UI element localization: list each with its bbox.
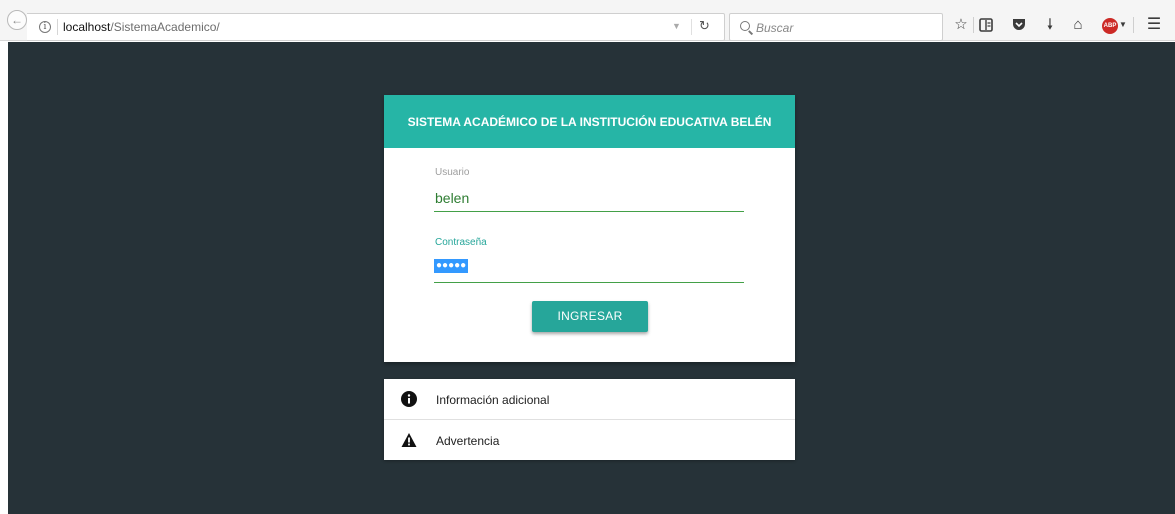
username-label: Usuario (435, 167, 470, 178)
back-arrow-icon: ← (11, 13, 23, 27)
password-input[interactable]: ●●●●● (434, 259, 469, 273)
url-separator (57, 19, 58, 35)
search-input[interactable] (756, 20, 936, 36)
login-card-header: SISTEMA ACADÉMICO DE LA INSTITUCIÓN EDUC… (384, 95, 795, 148)
login-card: SISTEMA ACADÉMICO DE LA INSTITUCIÓN EDUC… (384, 95, 795, 362)
site-info-icon[interactable]: i (39, 21, 51, 33)
browser-toolbar: ← i localhost/SistemaAcademico/ ▼ ↻ ☆ (0, 0, 1175, 41)
list-item-info[interactable]: Información adicional (384, 379, 795, 419)
chevron-down-icon[interactable]: ▼ (1119, 14, 1127, 36)
reload-icon[interactable]: ↻ (699, 18, 710, 34)
password-label: Contraseña (435, 237, 487, 248)
info-circle-icon (401, 391, 417, 407)
back-button[interactable]: ← (7, 10, 27, 30)
menu-icon[interactable]: ☰ (1145, 14, 1163, 36)
url-separator (691, 19, 692, 35)
reading-list-icon[interactable] (977, 14, 995, 36)
search-icon (740, 21, 750, 31)
url-host: localhost (63, 20, 111, 34)
username-input[interactable] (434, 184, 744, 212)
url-bar[interactable]: i localhost/SistemaAcademico/ ▼ ↻ (27, 13, 725, 41)
login-button[interactable]: INGRESAR (532, 301, 648, 332)
page-body: SISTEMA ACADÉMICO DE LA INSTITUCIÓN EDUC… (8, 42, 1175, 514)
adblock-icon[interactable]: ABP (1102, 18, 1118, 34)
info-list: Información adicional Advertencia (384, 379, 795, 460)
toolbar-separator (1133, 17, 1134, 33)
toolbar-separator (973, 17, 974, 33)
page-title: SISTEMA ACADÉMICO DE LA INSTITUCIÓN EDUC… (407, 115, 772, 129)
list-item-warning[interactable]: Advertencia (384, 419, 795, 459)
star-icon[interactable]: ☆ (952, 14, 970, 36)
list-item-label: Advertencia (436, 434, 500, 448)
url-dropdown-icon[interactable]: ▼ (672, 21, 681, 31)
home-icon[interactable]: ⌂ (1069, 14, 1087, 36)
warning-triangle-icon (401, 433, 417, 447)
password-underline (434, 282, 744, 283)
url-text[interactable]: localhost/SistemaAcademico/ (63, 20, 220, 34)
url-path: /SistemaAcademico/ (110, 20, 220, 34)
pocket-icon[interactable] (1010, 14, 1028, 36)
list-item-label: Información adicional (436, 393, 550, 407)
search-bar[interactable] (729, 13, 943, 41)
download-icon[interactable]: 🠗 (1042, 14, 1058, 36)
